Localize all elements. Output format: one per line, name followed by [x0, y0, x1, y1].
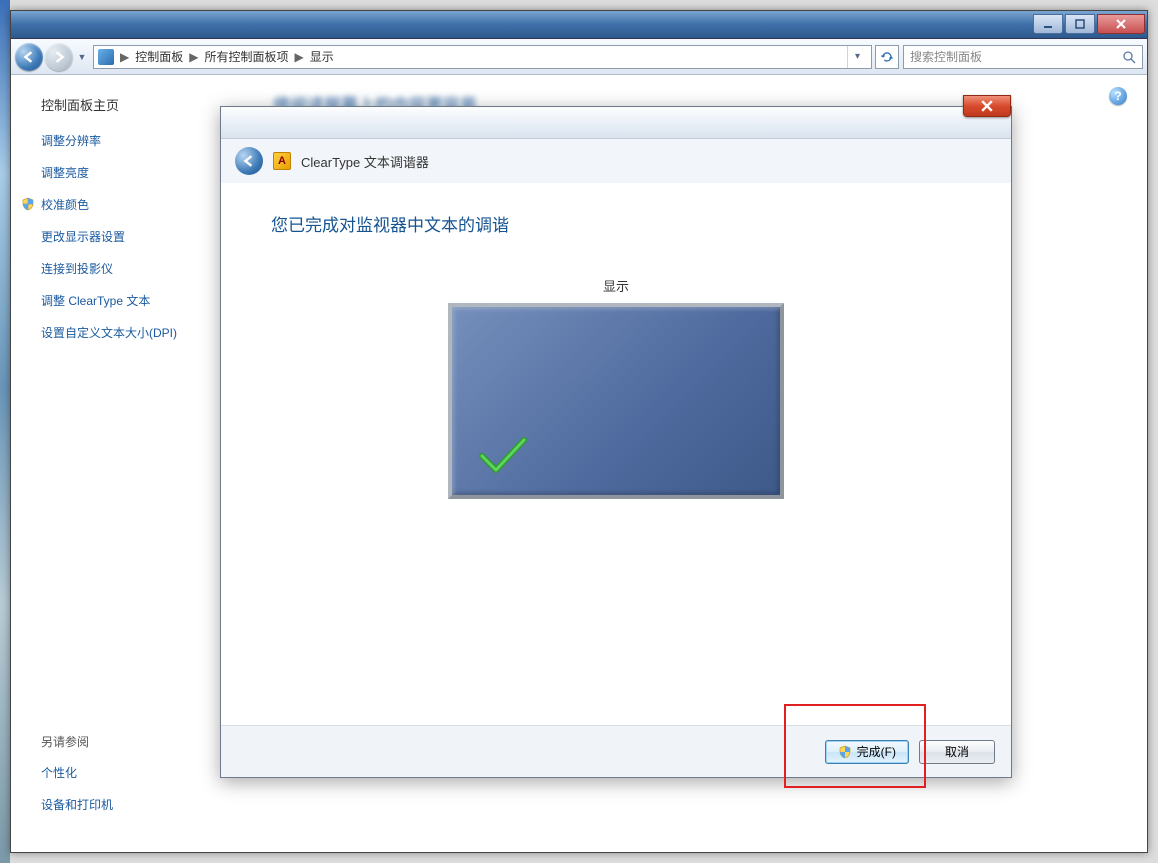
- cleartype-app-icon: A: [273, 152, 291, 170]
- shield-icon: [838, 745, 852, 759]
- monitor-preview: [448, 303, 784, 499]
- dialog-title: ClearType 文本调谐器: [301, 152, 429, 171]
- sidebar-item-display-settings[interactable]: 更改显示器设置: [41, 228, 227, 245]
- dialog-footer: 完成(F) 取消: [221, 725, 1011, 777]
- sidebar-item-projector[interactable]: 连接到投影仪: [41, 260, 227, 277]
- see-also-title: 另请参阅: [41, 733, 211, 750]
- dialog-close-button[interactable]: [963, 95, 1011, 117]
- breadcrumb-separator: ▶: [189, 50, 198, 64]
- breadcrumb-2[interactable]: 显示: [310, 48, 334, 65]
- see-also-devices[interactable]: 设备和打印机: [41, 796, 211, 813]
- sidebar-item-dpi[interactable]: 设置自定义文本大小(DPI): [41, 324, 227, 341]
- nav-forward-button: [45, 43, 73, 71]
- finish-button[interactable]: 完成(F): [825, 740, 909, 764]
- finish-label: 完成(F): [857, 743, 896, 760]
- cleartype-dialog: A ClearType 文本调谐器 您已完成对监视器中文本的调谐 显示 完成(F…: [220, 106, 1012, 778]
- sidebar: 控制面板主页 调整分辨率 调整亮度 校准颜色 更改显示器设置 连接到投影仪 调整…: [11, 75, 233, 852]
- cancel-button[interactable]: 取消: [919, 740, 995, 764]
- minimize-button[interactable]: [1033, 14, 1063, 34]
- toolbar: ▼ ▶ 控制面板 ▶ 所有控制面板项 ▶ 显示 ▾ 搜索控制面板: [11, 39, 1147, 75]
- dialog-titlebar[interactable]: [221, 107, 1011, 139]
- dialog-header: A ClearType 文本调谐器: [221, 139, 1011, 183]
- breadcrumb-separator: ▶: [295, 50, 304, 64]
- search-input[interactable]: 搜索控制面板: [903, 45, 1143, 69]
- monitor-label: 显示: [271, 276, 961, 295]
- cancel-label: 取消: [945, 743, 969, 760]
- sidebar-item-resolution[interactable]: 调整分辨率: [41, 132, 227, 149]
- sidebar-item-cleartype[interactable]: 调整 ClearType 文本: [41, 292, 227, 309]
- sidebar-title[interactable]: 控制面板主页: [41, 95, 227, 114]
- search-icon: [1122, 50, 1136, 64]
- dialog-back-button[interactable]: [235, 147, 263, 175]
- dialog-heading: 您已完成对监视器中文本的调谐: [271, 211, 961, 236]
- breadcrumb-1[interactable]: 所有控制面板项: [204, 48, 288, 65]
- sidebar-item-brightness[interactable]: 调整亮度: [41, 164, 227, 181]
- see-also-personalize[interactable]: 个性化: [41, 764, 211, 781]
- address-bar[interactable]: ▶ 控制面板 ▶ 所有控制面板项 ▶ 显示 ▾: [93, 45, 872, 69]
- sidebar-item-calibrate-color[interactable]: 校准颜色: [41, 196, 227, 213]
- window-titlebar[interactable]: [11, 11, 1147, 39]
- check-icon: [476, 434, 530, 481]
- search-placeholder: 搜索控制面板: [910, 48, 982, 65]
- desktop-left-strip: [0, 0, 10, 863]
- nav-back-button[interactable]: [15, 43, 43, 71]
- maximize-button[interactable]: [1065, 14, 1095, 34]
- nav-history-dropdown[interactable]: ▼: [75, 52, 89, 62]
- control-panel-icon: [98, 49, 114, 65]
- breadcrumb-0[interactable]: 控制面板: [135, 48, 183, 65]
- shield-icon: [21, 197, 35, 214]
- refresh-button[interactable]: [875, 45, 899, 69]
- close-button[interactable]: [1097, 14, 1145, 34]
- dialog-body: 您已完成对监视器中文本的调谐 显示: [221, 183, 1011, 725]
- address-dropdown[interactable]: ▾: [847, 46, 867, 68]
- breadcrumb-separator: ▶: [120, 50, 129, 64]
